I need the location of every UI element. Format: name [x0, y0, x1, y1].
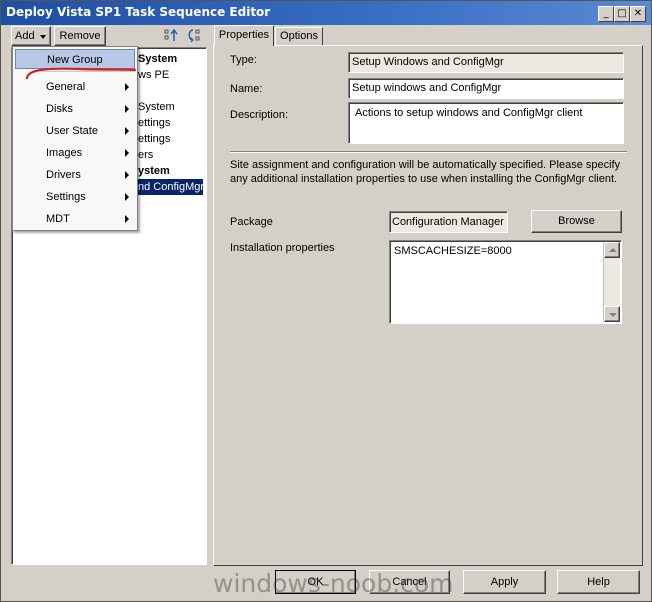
menu-item-mdt[interactable]: MDT — [15, 209, 135, 229]
scroll-up-icon — [609, 248, 617, 252]
menu-item-settings[interactable]: Settings — [15, 187, 135, 207]
description-label: Description: — [230, 109, 289, 121]
info-text: Site assignment and configuration will b… — [230, 159, 621, 185]
menu-item-disks[interactable]: Disks — [15, 99, 135, 119]
help-button[interactable]: Help — [557, 570, 640, 594]
submenu-arrow-icon — [125, 193, 129, 201]
move-up-button[interactable] — [164, 28, 178, 43]
tree-item[interactable]: System — [138, 53, 177, 65]
package-field: Configuration Manager C — [389, 211, 508, 233]
title-bar[interactable]: Deploy Vista SP1 Task Sequence Editor _ … — [1, 1, 651, 25]
move-down-icon — [188, 29, 200, 43]
tab-properties[interactable]: Properties — [214, 25, 274, 46]
remove-button[interactable]: Remove — [54, 26, 106, 46]
tree-item[interactable]: ers — [138, 149, 153, 161]
task-sequence-editor-window: Deploy Vista SP1 Task Sequence Editor _ … — [0, 0, 652, 602]
submenu-arrow-icon — [125, 171, 129, 179]
close-button[interactable]: ✕ — [630, 6, 646, 22]
move-down-button[interactable] — [186, 28, 201, 43]
apply-button[interactable]: Apply — [463, 570, 546, 594]
tree-item[interactable]: ws PE — [138, 69, 169, 81]
add-button-label: Add — [15, 30, 35, 42]
maximize-icon: □ — [617, 8, 627, 19]
tree-item-selected[interactable]: nd ConfigMgr — [132, 179, 204, 195]
submenu-arrow-icon — [125, 83, 129, 91]
tree-item[interactable]: System — [138, 101, 175, 113]
close-icon: ✕ — [633, 8, 643, 19]
type-field: Setup Windows and ConfigMgr — [348, 52, 624, 73]
scroll-down-icon — [609, 313, 617, 317]
red-annotation-mark — [25, 67, 137, 80]
name-input[interactable]: Setup windows and ConfigMgr — [348, 78, 624, 99]
menu-item-user-state[interactable]: User State — [15, 121, 135, 141]
move-up-icon — [164, 28, 178, 41]
installation-properties-input[interactable]: SMSCACHESIZE=8000 — [389, 240, 622, 324]
section-divider — [230, 151, 627, 153]
browse-button[interactable]: Browse — [531, 210, 622, 233]
type-label: Type: — [230, 54, 257, 66]
minimize-icon: _ — [603, 8, 609, 19]
description-input[interactable]: Actions to setup windows and ConfigMgr c… — [348, 102, 624, 144]
add-button[interactable]: Add — [11, 26, 51, 46]
submenu-arrow-icon — [125, 105, 129, 113]
tree-item[interactable]: ystem — [138, 165, 170, 177]
scroll-down-button[interactable] — [604, 306, 620, 322]
vertical-scrollbar[interactable] — [603, 242, 620, 322]
tree-item[interactable]: ettings — [138, 133, 170, 145]
dropdown-arrow-icon — [40, 35, 46, 39]
menu-item-images[interactable]: Images — [15, 143, 135, 163]
minimize-button[interactable]: _ — [598, 6, 614, 22]
name-label: Name: — [230, 83, 263, 95]
submenu-arrow-icon — [125, 127, 129, 135]
tree-item[interactable]: ettings — [138, 117, 170, 129]
remove-button-label: Remove — [59, 30, 101, 42]
submenu-arrow-icon — [125, 149, 129, 157]
tab-options[interactable]: Options — [275, 27, 323, 45]
scroll-up-button[interactable] — [604, 242, 620, 258]
submenu-arrow-icon — [125, 215, 129, 223]
watermark: windows-noob.com — [213, 569, 454, 598]
package-label: Package — [230, 216, 273, 228]
window-title: Deploy Vista SP1 Task Sequence Editor — [6, 5, 271, 19]
menu-item-drivers[interactable]: Drivers — [15, 165, 135, 185]
maximize-button[interactable]: □ — [614, 6, 630, 22]
installation-properties-label: Installation properties — [230, 242, 335, 254]
